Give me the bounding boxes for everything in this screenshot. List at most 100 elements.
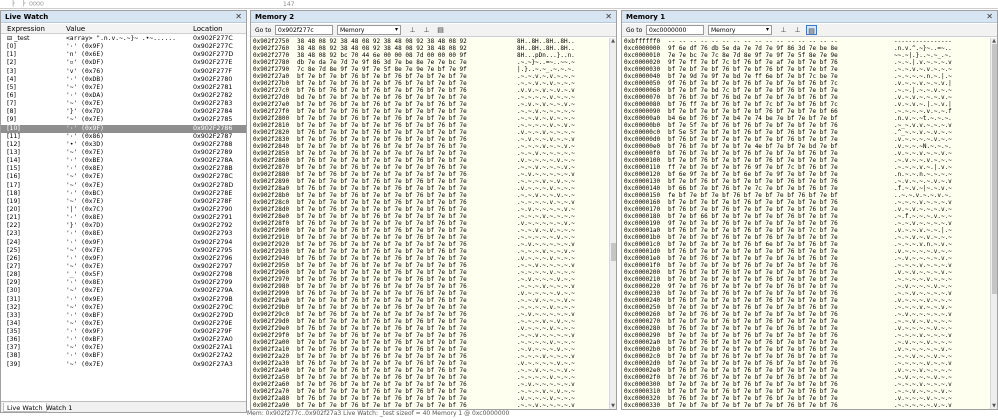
memory-2-scrollbar[interactable]: ▲ ▼ bbox=[609, 38, 616, 409]
memory-row-ascii: 8H...pDn...}..n. bbox=[517, 52, 575, 59]
close-icon[interactable]: ✕ bbox=[986, 12, 993, 21]
scroll-down-icon[interactable]: ▼ bbox=[610, 403, 616, 409]
table-row[interactable]: [37] '~' (0x7E) 0x902F27A1 bbox=[1, 344, 246, 352]
table-row[interactable]: [27] '~' (0x7E) 0x902F2797 bbox=[1, 263, 246, 271]
memory-row: 0x902f2970 bf 7e bf 76 bf 7e bf 7e bf 7e … bbox=[251, 276, 608, 283]
table-row[interactable]: [25] '~' (0x7E) 0x902F2795 bbox=[1, 247, 246, 255]
tab-live-watch[interactable]: Live Watch bbox=[3, 403, 47, 412]
memory-row: 0xc0000160 bf 7e bf 7e bf 7e bf 76 bf 7e … bbox=[622, 199, 989, 206]
column-header-location[interactable]: Location bbox=[193, 25, 223, 33]
table-row[interactable]: [21] '·' (0x8E) 0x902F2791 bbox=[1, 214, 246, 222]
memory-row-address: 0x902f2960 bbox=[253, 269, 290, 276]
memory-row-bytes: bf 7e bf 7e bf 7e bf 7e bf 76 bf 7e bf 7… bbox=[297, 269, 467, 276]
memory-row-address: 0x902f2770 bbox=[253, 52, 290, 59]
options-icon[interactable]: ▤ bbox=[435, 25, 446, 35]
next-icon[interactable]: ⊥ bbox=[421, 25, 432, 35]
table-row[interactable]: [15] '·' (0x8E) 0x902F278B bbox=[1, 165, 246, 173]
memory-row-ascii: .v.~.~.~.~.v.~.~ bbox=[894, 325, 952, 332]
table-row[interactable]: [0] '·' (0x9F) 0x902F277C bbox=[1, 43, 246, 51]
memory-row-ascii: .~.~.v.~.v.~.~.~ bbox=[517, 115, 575, 122]
table-row[interactable]: [18] '·' (0xBC) 0x902F278E bbox=[1, 190, 246, 198]
table-row[interactable]: [20] '|' (0x7C) 0x902F2790 bbox=[1, 206, 246, 214]
table-row[interactable]: [34] '~' (0x7E) 0x902F279E bbox=[1, 320, 246, 328]
table-row[interactable]: [5] '~' (0x7E) 0x902F2781 bbox=[1, 84, 246, 92]
column-header-value[interactable]: Value bbox=[66, 25, 85, 33]
memory-row: 0x902f2810 bf 7e bf 7e bf 7e bf 7e bf 76 … bbox=[251, 122, 608, 129]
table-row[interactable]: [36] '·' (0xBF) 0x902F27A0 bbox=[1, 336, 246, 344]
table-row[interactable]: [16] '~' (0x7E) 0x902F278C bbox=[1, 173, 246, 181]
memory-row-bytes: bf 7e bf 76 bf 7e bf 7e bf 7e bf 7e bf 7… bbox=[297, 241, 467, 248]
table-row[interactable]: [26] '·' (0x9F) 0x902F2796 bbox=[1, 255, 246, 263]
row-value: '}' (0x7D) bbox=[66, 222, 104, 230]
table-row[interactable]: [11] '·' (0x86) 0x902F2787 bbox=[1, 133, 246, 141]
scroll-up-icon[interactable]: ▲ bbox=[610, 38, 616, 44]
close-icon[interactable]: ✕ bbox=[235, 12, 242, 21]
previous-icon[interactable]: ⊥ bbox=[407, 25, 418, 35]
goto-address-input[interactable]: 0x902f277c bbox=[275, 25, 333, 35]
memory-row-ascii: .~.~.~.v.~.|.v.~ bbox=[894, 164, 952, 171]
row-location: 0x902F277D bbox=[193, 51, 234, 59]
row-value: '_' (0x5F) bbox=[66, 271, 104, 279]
memory-row-bytes: bf 7e bf 7e bf 7e bf 7e bf 76 bf 7e bf 7… bbox=[668, 360, 838, 367]
table-row[interactable]: [6] '·' (0xDA) 0x902F2782 bbox=[1, 92, 246, 100]
scrollbar-thumb[interactable] bbox=[611, 243, 616, 261]
table-row[interactable]: [35] '·' (0x9F) 0x902F279F bbox=[1, 328, 246, 336]
table-row[interactable]: [33] '·' (0xBF) 0x902F279D bbox=[1, 312, 246, 320]
table-row[interactable]: [28] '_' (0x5F) 0x902F2798 bbox=[1, 271, 246, 279]
memory-row: 0x902f2840 bf 7e bf 7e bf 7e bf 76 bf 7e … bbox=[251, 143, 608, 150]
memory-1-grid[interactable]: 0xbffffff0 -- -- -- -- -- -- -- -- -- -- … bbox=[622, 38, 989, 409]
table-row[interactable]: [38] '·' (0xBF) 0x902F27A2 bbox=[1, 352, 246, 360]
table-row[interactable]: ⊟ _test <array> ".n.v.~.~}~ .•~...... 0x90… bbox=[1, 35, 246, 43]
scrollbar-thumb[interactable] bbox=[992, 44, 997, 294]
table-row[interactable]: [13] '~' (0x7E) 0x902F2789 bbox=[1, 149, 246, 157]
close-icon[interactable]: ✕ bbox=[605, 12, 612, 21]
memory-zone-select[interactable]: Memory ▾ bbox=[708, 25, 772, 35]
memory-row-bytes: bf 7e bf 7e bf 76 bf 7e bf 76 bf 7e bf 7… bbox=[297, 227, 467, 234]
memory-row-ascii: .~.~.~.v.~.~.~.v bbox=[517, 353, 575, 360]
table-row[interactable]: [8] '}' (0x7D) 0x902F2784 bbox=[1, 108, 246, 116]
memory-row-ascii: .v.~.~.~.~.v.~.~ bbox=[894, 136, 952, 143]
row-value: '·' (0xBF) bbox=[66, 336, 104, 344]
table-row[interactable]: [2] '▫' (0xDF) 0x902F277E bbox=[1, 59, 246, 67]
table-row[interactable]: [1] 'n' (0x6E) 0x902F277D bbox=[1, 51, 246, 59]
table-row[interactable]: [9] '~' (0x7E) 0x902F2785 bbox=[1, 116, 246, 124]
memory-2-grid[interactable]: 0x902f2750 38 48 08 92 38 48 08 92 38 48 … bbox=[251, 38, 608, 409]
scroll-down-icon[interactable]: ▼ bbox=[991, 403, 997, 409]
tab-watch-1[interactable]: Watch 1 bbox=[43, 403, 75, 412]
memory-row: 0xc00001b0 bf 7e bf 7e bf 76 bf 7e bf 76 … bbox=[622, 234, 989, 241]
table-row[interactable]: [3] 'v' (0x76) 0x902F277F bbox=[1, 68, 246, 76]
table-row[interactable]: [7] '~' (0x7E) 0x902F2783 bbox=[1, 100, 246, 108]
memory-row: 0xc00002f0 bf 7e bf 76 bf 7e bf 7e bf 7e … bbox=[622, 374, 989, 381]
row-expression: [3] bbox=[7, 67, 16, 75]
memory-row-address: 0x902f2900 bbox=[253, 227, 290, 234]
table-row[interactable]: [10] '·' (0x9F) 0x902F2786 bbox=[1, 124, 246, 133]
row-location: 0x902F2784 bbox=[193, 108, 233, 116]
table-row[interactable]: [22] '}' (0x7D) 0x902F2792 bbox=[1, 222, 246, 230]
memory-row-bytes: 38 48 08 92 38 48 08 92 38 48 08 92 38 4… bbox=[297, 38, 467, 45]
memory-row-address: 0x902f2980 bbox=[253, 283, 290, 290]
table-row[interactable]: [12] '•' (0x3D) 0x902F2788 bbox=[1, 141, 246, 149]
row-expression: [27] bbox=[7, 262, 20, 270]
table-row[interactable]: [39] '~' (0x7E) 0x902F27A3 bbox=[1, 361, 246, 369]
memory-zone-select[interactable]: Memory ▾ bbox=[337, 25, 401, 35]
memory-row-address: 0xc0000300 bbox=[624, 381, 661, 388]
column-header-expression[interactable]: Expression bbox=[7, 25, 45, 33]
table-row[interactable]: [32] '~' (0x7E) 0x902F279C bbox=[1, 304, 246, 312]
goto-address-input[interactable]: 0xc0000000 bbox=[646, 25, 704, 35]
table-row[interactable]: [24] '·' (0x9F) 0x902F2794 bbox=[1, 239, 246, 247]
memory-row-bytes: bf 7e bf 7e bf 7e bf 76 bf 7e bf 7e bf 7… bbox=[297, 248, 467, 255]
table-row[interactable]: [30] '~' (0x7E) 0x902F279A bbox=[1, 287, 246, 295]
previous-icon[interactable]: ⊥ bbox=[778, 25, 789, 35]
table-row[interactable]: [31] '·' (0x9E) 0x902F279B bbox=[1, 296, 246, 304]
memory-row-address: 0x902f2940 bbox=[253, 255, 290, 262]
memory-1-scrollbar[interactable]: ▲ ▼ bbox=[990, 38, 997, 409]
table-row[interactable]: [14] '·' (0xBE) 0x902F278A bbox=[1, 157, 246, 165]
table-row[interactable]: [19] '~' (0x7E) 0x902F278F bbox=[1, 198, 246, 206]
table-row[interactable]: [4] '·' (0xDB) 0x902F2780 bbox=[1, 76, 246, 84]
next-icon[interactable]: ⊥ bbox=[792, 25, 803, 35]
table-row[interactable]: [23] '·' (0x8E) 0x902F2793 bbox=[1, 230, 246, 238]
options-icon[interactable]: ▤ bbox=[806, 25, 817, 35]
table-row[interactable]: [17] '~' (0x7E) 0x902F278D bbox=[1, 182, 246, 190]
table-row[interactable]: [29] '·' (0x8E) 0x902F2799 bbox=[1, 279, 246, 287]
memory-row-address: 0xc00001d0 bbox=[624, 248, 661, 255]
